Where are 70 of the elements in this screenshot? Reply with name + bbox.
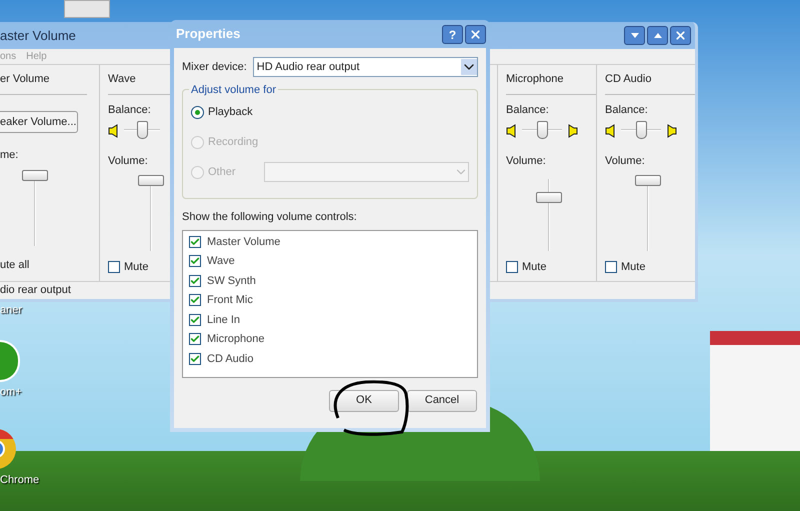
checkbox-label[interactable]: Front Mic bbox=[207, 292, 253, 308]
volume-label: Volume: bbox=[506, 154, 547, 168]
speaker-volume-button[interactable]: eaker Volume... bbox=[0, 111, 78, 133]
close-icon bbox=[469, 28, 482, 40]
mute-label[interactable]: Mute bbox=[621, 259, 646, 276]
volume-label: me: bbox=[0, 148, 20, 163]
desktop-icon-label[interactable]: Chrome bbox=[0, 472, 40, 488]
slider-thumb[interactable] bbox=[635, 175, 661, 186]
slider-thumb[interactable] bbox=[136, 120, 148, 138]
volume-label: Volume: bbox=[605, 154, 646, 168]
column-title: CD Audio bbox=[605, 72, 652, 88]
balance-slider[interactable] bbox=[621, 120, 661, 140]
balance-slider[interactable] bbox=[124, 120, 160, 140]
radio-button[interactable] bbox=[191, 106, 204, 118]
mute-checkbox[interactable] bbox=[108, 261, 120, 274]
controls-list-label: Show the following volume controls: bbox=[182, 210, 358, 225]
balance-slider[interactable] bbox=[522, 120, 562, 140]
close-button[interactable] bbox=[465, 24, 486, 44]
column-title: Microphone bbox=[506, 72, 564, 88]
column-title: er Volume bbox=[0, 72, 50, 88]
minimize-button[interactable] bbox=[624, 26, 645, 45]
status-bar-text: dio rear output bbox=[0, 283, 71, 298]
mute-checkbox[interactable] bbox=[605, 261, 617, 274]
browser-icon[interactable] bbox=[0, 428, 18, 470]
checkbox[interactable] bbox=[189, 333, 201, 346]
checkbox[interactable] bbox=[189, 255, 201, 268]
slider-thumb[interactable] bbox=[536, 192, 562, 202]
mixer-device-label: Mixer device: bbox=[182, 60, 247, 75]
close-icon bbox=[674, 29, 687, 42]
checkbox-label[interactable]: Wave bbox=[207, 253, 235, 270]
checkbox-label[interactable]: Line In bbox=[207, 312, 240, 328]
speaker-icon bbox=[506, 124, 516, 138]
slider-thumb[interactable] bbox=[138, 175, 164, 186]
window-title: aster Volume bbox=[0, 26, 76, 45]
column-title: Wave bbox=[108, 72, 136, 88]
checkbox-label[interactable]: SW Synth bbox=[207, 272, 256, 289]
cancel-button[interactable]: Cancel bbox=[407, 390, 477, 412]
checkbox[interactable] bbox=[189, 274, 201, 287]
checkbox[interactable] bbox=[189, 294, 201, 306]
slider-thumb[interactable] bbox=[22, 170, 48, 180]
checkbox[interactable] bbox=[189, 352, 201, 365]
balance-label: Balance: bbox=[108, 103, 152, 118]
speaker-icon bbox=[568, 124, 578, 138]
checkbox[interactable] bbox=[189, 314, 201, 326]
speaker-icon bbox=[605, 124, 615, 138]
speaker-icon bbox=[108, 124, 118, 138]
checkbox-label[interactable]: CD Audio bbox=[207, 350, 254, 367]
mute-all-label[interactable]: ute all bbox=[0, 256, 99, 273]
balance-label: Balance: bbox=[605, 103, 649, 118]
checkbox-label[interactable]: Master Volume bbox=[207, 234, 280, 250]
checkbox[interactable] bbox=[189, 236, 201, 248]
up-triangle-icon bbox=[654, 33, 662, 38]
mute-checkbox[interactable] bbox=[506, 261, 518, 274]
slider-thumb[interactable] bbox=[636, 120, 646, 138]
radio-label[interactable]: Playback bbox=[208, 104, 260, 120]
maximize-button[interactable] bbox=[647, 26, 668, 45]
checkbox-label[interactable]: Microphone bbox=[207, 331, 264, 348]
dialog-title: Properties bbox=[176, 25, 240, 44]
mute-label[interactable]: Mute bbox=[522, 259, 546, 276]
ok-button[interactable]: OK bbox=[329, 390, 399, 412]
close-button[interactable] bbox=[670, 26, 691, 45]
volume-label: Volume: bbox=[108, 154, 149, 168]
speaker-icon bbox=[667, 124, 677, 138]
down-triangle-icon bbox=[630, 33, 638, 38]
slider-thumb[interactable] bbox=[536, 120, 548, 138]
help-button[interactable]: ? bbox=[442, 24, 463, 44]
mute-label[interactable]: Mute bbox=[124, 259, 148, 276]
balance-label: Balance: bbox=[506, 103, 550, 118]
mixer-device-dropdown[interactable]: HD Audio rear output bbox=[252, 57, 478, 77]
group-title: Adjust volume for bbox=[189, 82, 278, 98]
